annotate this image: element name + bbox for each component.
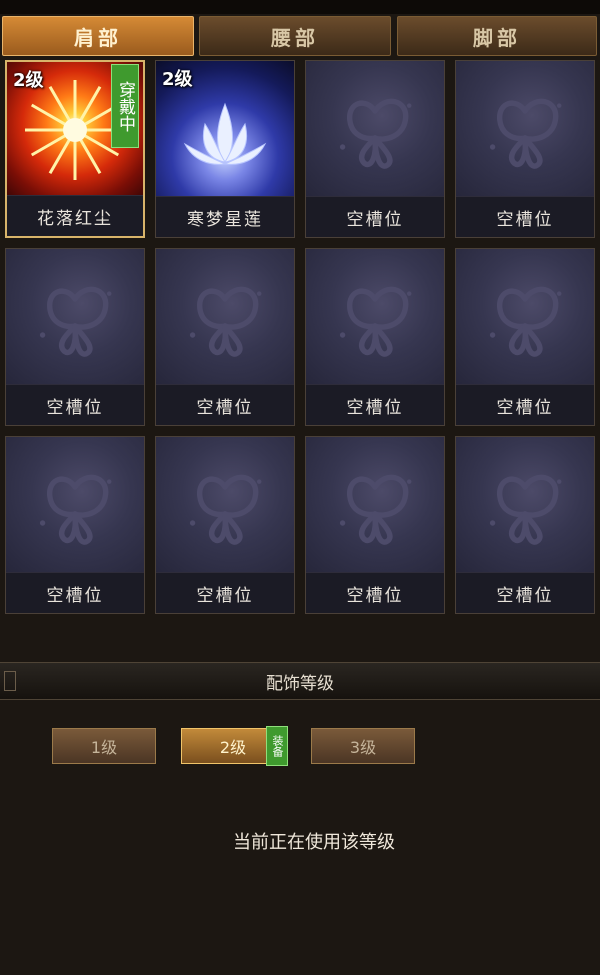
section-title: 配饰等级 (266, 673, 334, 694)
slot-name: 空槽位 (156, 384, 294, 425)
butterfly-icon (489, 98, 562, 169)
worn-badge: 穿戴中 (111, 64, 139, 148)
butterfly-icon (489, 474, 562, 545)
butterfly-icon (489, 286, 562, 357)
slot-name: 空槽位 (456, 572, 594, 613)
empty-slot-art (456, 61, 594, 197)
slot-name: 空槽位 (156, 572, 294, 613)
butterfly-icon (39, 474, 112, 545)
empty-slot-art (456, 249, 594, 385)
butterfly-icon (39, 286, 112, 357)
empty-slot[interactable]: 空槽位 (155, 248, 295, 426)
empty-slot[interactable]: 空槽位 (305, 248, 445, 426)
tab-feet[interactable]: 脚部 (397, 16, 597, 56)
tab-waist[interactable]: 腰部 (199, 16, 391, 56)
empty-slot[interactable]: 空槽位 (305, 436, 445, 614)
empty-slot[interactable]: 空槽位 (455, 248, 595, 426)
slot-name: 空槽位 (306, 572, 444, 613)
equipped-tag: 装备 (266, 726, 288, 766)
top-strip (0, 0, 600, 14)
slot-name: 空槽位 (456, 384, 594, 425)
slot-level: 2级 (162, 69, 193, 90)
category-tabs: 肩部 腰部 脚部 (0, 14, 600, 58)
slot-name: 花落红尘 (7, 195, 143, 236)
slot-name: 寒梦星莲 (156, 196, 294, 237)
butterfly-icon (339, 98, 412, 169)
status-text: 当前正在使用该等级 (233, 832, 395, 853)
accessory-slot[interactable]: 2级 穿戴中花落红尘 (5, 60, 145, 238)
empty-slot-art (156, 437, 294, 573)
slot-name: 空槽位 (6, 384, 144, 425)
slot-name: 空槽位 (306, 196, 444, 237)
section-header: 配饰等级 (0, 662, 600, 700)
empty-slot-art (456, 437, 594, 573)
empty-slot-art (306, 249, 444, 385)
empty-slot-art (156, 249, 294, 385)
slot-name: 空槽位 (306, 384, 444, 425)
accessory-slot[interactable]: 2级寒梦星莲 (155, 60, 295, 238)
slot-level: 2级 (13, 70, 44, 91)
butterfly-icon (189, 286, 262, 357)
empty-slot[interactable]: 空槽位 (155, 436, 295, 614)
empty-slot[interactable]: 空槽位 (455, 436, 595, 614)
level-1-button[interactable]: 1级 (52, 728, 156, 764)
empty-slot-art (6, 437, 144, 573)
slot-name: 空槽位 (456, 196, 594, 237)
empty-slot[interactable]: 空槽位 (5, 248, 145, 426)
empty-slot[interactable]: 空槽位 (5, 436, 145, 614)
empty-slot-art (306, 437, 444, 573)
level-3-button[interactable]: 3级 (311, 728, 415, 764)
empty-slot[interactable]: 空槽位 (305, 60, 445, 238)
tab-shoulder[interactable]: 肩部 (2, 16, 194, 56)
empty-slot-art (6, 249, 144, 385)
butterfly-icon (339, 474, 412, 545)
empty-slot[interactable]: 空槽位 (455, 60, 595, 238)
slot-name: 空槽位 (6, 572, 144, 613)
empty-slot-art (306, 61, 444, 197)
butterfly-icon (189, 474, 262, 545)
butterfly-icon (339, 286, 412, 357)
